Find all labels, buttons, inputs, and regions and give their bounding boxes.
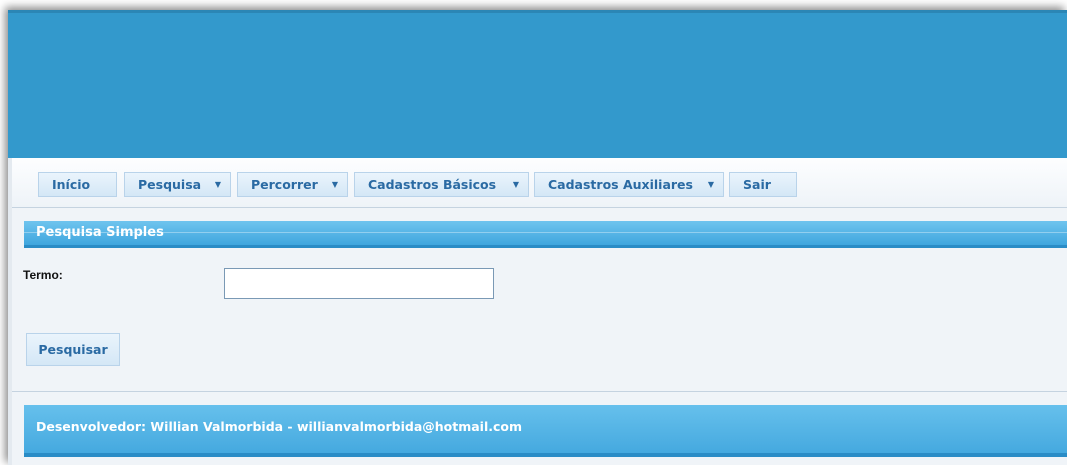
search-button[interactable]: Pesquisar [26, 333, 120, 366]
dropdown-caret-icon: ▼ [214, 180, 221, 189]
term-label: Termo: [23, 268, 63, 282]
menu-item-label: Início [52, 177, 91, 192]
menu-item-inicio[interactable]: Início [38, 172, 117, 197]
menu-item-pesquisa[interactable]: Pesquisa ▼ [124, 172, 231, 197]
dropdown-caret-icon: ▼ [512, 180, 519, 189]
main-menu-bar: Início Pesquisa ▼ Percorrer ▼ Cadastros … [12, 158, 1067, 208]
panel-header-pesquisa-simples: Pesquisa Simples [24, 221, 1067, 248]
term-input[interactable] [224, 268, 494, 299]
menu-item-percorrer[interactable]: Percorrer ▼ [237, 172, 348, 197]
footer: Desenvolvedor: Willian Valmorbida - will… [12, 391, 1067, 465]
menu-item-label: Sair [743, 177, 771, 192]
dropdown-caret-icon: ▼ [707, 180, 714, 189]
dropdown-caret-icon: ▼ [331, 180, 338, 189]
menu-item-cadastros-auxiliares[interactable]: Cadastros Auxiliares ▼ [534, 172, 724, 197]
menu-item-cadastros-basicos[interactable]: Cadastros Básicos ▼ [354, 172, 529, 197]
header-banner [8, 10, 1067, 158]
menu-item-sair[interactable]: Sair [729, 172, 797, 197]
menu-item-label: Pesquisa [138, 177, 202, 192]
menu-item-label: Cadastros Básicos [368, 177, 497, 192]
app-window: Início Pesquisa ▼ Percorrer ▼ Cadastros … [8, 10, 1067, 465]
search-panel: Pesquisa Simples Termo: Pesquisar [12, 208, 1067, 391]
menu-item-label: Percorrer [251, 177, 318, 192]
menu-item-label: Cadastros Auxiliares [548, 177, 693, 192]
developer-credit: Desenvolvedor: Willian Valmorbida - will… [24, 405, 1067, 457]
